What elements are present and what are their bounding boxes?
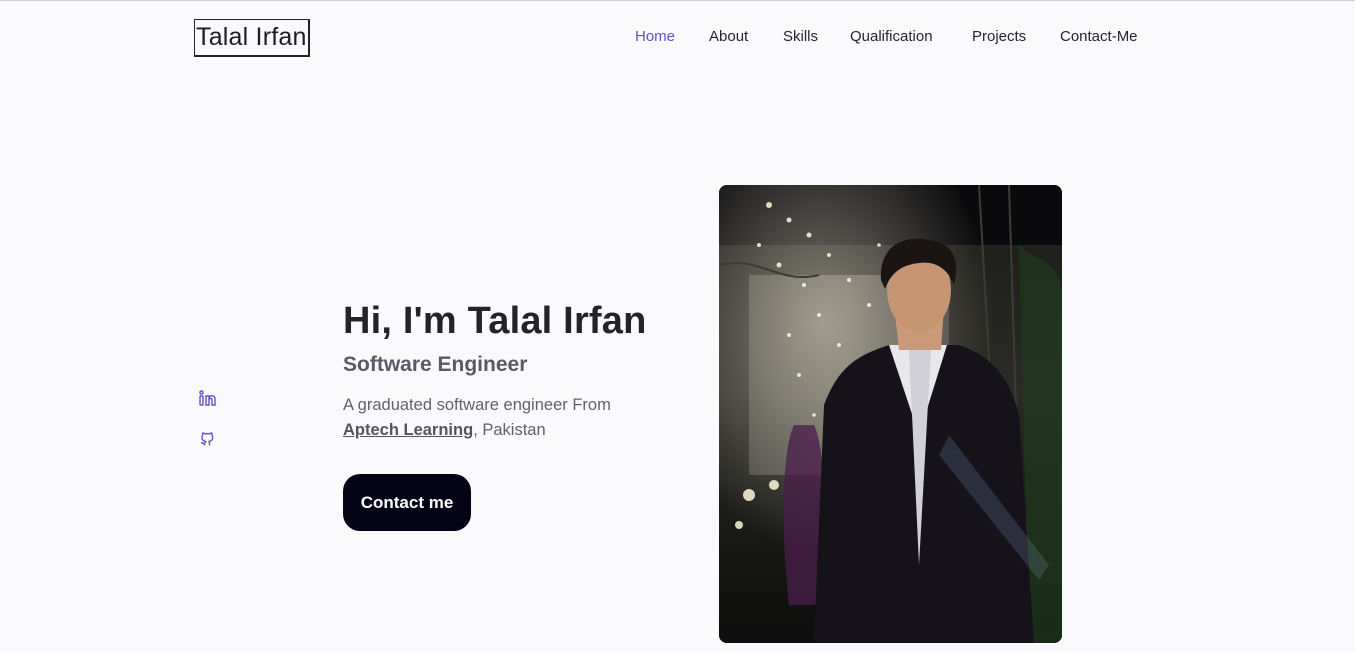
hero-description: A graduated software engineer From Aptec… [343, 393, 673, 443]
nav-skills[interactable]: Skills [783, 28, 818, 46]
description-prefix: A graduated software engineer From [343, 396, 611, 414]
nav-qualification[interactable]: Qualification [850, 28, 933, 46]
github-icon[interactable] [198, 430, 216, 448]
description-suffix: , Pakistan [473, 421, 546, 439]
profile-photo [719, 185, 1062, 643]
hero-title: Hi, I'm Talal Irfan [343, 300, 647, 342]
nav-contact-me[interactable]: Contact-Me [1060, 28, 1138, 46]
main-nav: Home About Skills Qualification Projects… [0, 28, 1355, 48]
linkedin-icon[interactable] [198, 389, 216, 407]
nav-about[interactable]: About [709, 28, 748, 46]
nav-projects[interactable]: Projects [972, 28, 1026, 46]
top-border-line [0, 0, 1355, 1]
school-link[interactable]: Aptech Learning [343, 421, 473, 439]
hero-subtitle: Software Engineer [343, 353, 528, 376]
contact-me-button[interactable]: Contact me [343, 474, 471, 531]
nav-home[interactable]: Home [635, 28, 675, 46]
